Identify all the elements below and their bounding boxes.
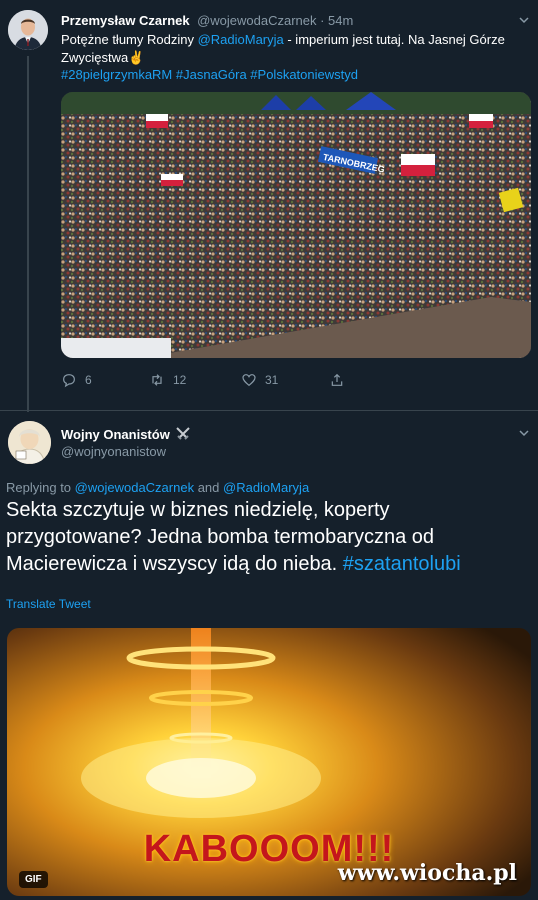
tweet-actions: 6 12 31: [61, 372, 361, 390]
tweet-header: Wojny Onanistów: [61, 426, 191, 442]
reply-count: 6: [85, 373, 92, 387]
share-button[interactable]: [329, 372, 353, 388]
translate-link[interactable]: Translate Tweet: [6, 597, 91, 611]
tweet-text: Sekta szczytuje w biznes niedzielę, kope…: [6, 497, 516, 578]
retweet-icon: [152, 374, 162, 386]
reply-button[interactable]: 6: [61, 372, 92, 388]
chevron-down-icon[interactable]: [518, 427, 530, 439]
mention-link[interactable]: @RadioMaryja: [223, 480, 309, 495]
share-icon: [331, 373, 343, 386]
mention-link[interactable]: @RadioMaryja: [198, 32, 284, 47]
retweet-button[interactable]: 12: [149, 372, 186, 388]
replying-and: and: [194, 480, 223, 495]
author-name[interactable]: Wojny Onanistów: [61, 427, 170, 442]
watermark: www.wiocha.pl: [337, 860, 517, 886]
gif-badge: GIF: [19, 871, 48, 888]
divider: [0, 410, 538, 411]
avatar[interactable]: [8, 10, 48, 50]
retweet-count: 12: [173, 373, 187, 387]
mention-link[interactable]: @wojewodaCzarnek: [75, 480, 194, 495]
reply-icon: [63, 374, 75, 388]
author-handle[interactable]: @wojewodaCzarnek · 54m: [197, 13, 353, 28]
replying-to: Replying to @wojewodaCzarnek and @RadioM…: [6, 480, 309, 495]
tweet-text: Potężne tłumy Rodziny @RadioMaryja - imp…: [61, 31, 516, 67]
like-count: 31: [265, 373, 279, 387]
author-name[interactable]: Przemysław Czarnek: [61, 13, 190, 28]
tweet-header: Przemysław Czarnek @wojewodaCzarnek · 54…: [61, 12, 501, 30]
crowd-photo[interactable]: TARNOBRZEG: [61, 92, 531, 358]
hashtag-link[interactable]: #szatantolubi: [343, 553, 461, 575]
replying-to-label: Replying to: [6, 480, 75, 495]
tweet-text-part: Potężne tłumy Rodziny: [61, 32, 198, 47]
author-handle[interactable]: @wojnyonanistow: [61, 444, 166, 459]
victory-hand-emoji: ✌: [128, 50, 145, 65]
avatar[interactable]: [8, 421, 51, 464]
crossed-swords-icon: [176, 427, 190, 440]
chevron-down-icon[interactable]: [518, 14, 530, 26]
like-button[interactable]: 31: [241, 372, 278, 388]
hashtags[interactable]: #28pielgrzymkaRM #JasnaGóra #Polskatonie…: [61, 66, 516, 84]
heart-icon: [242, 374, 256, 387]
thread-line: [27, 56, 29, 412]
explosion-gif[interactable]: KABOOOM!!! GIF www.wiocha.pl: [7, 628, 531, 896]
